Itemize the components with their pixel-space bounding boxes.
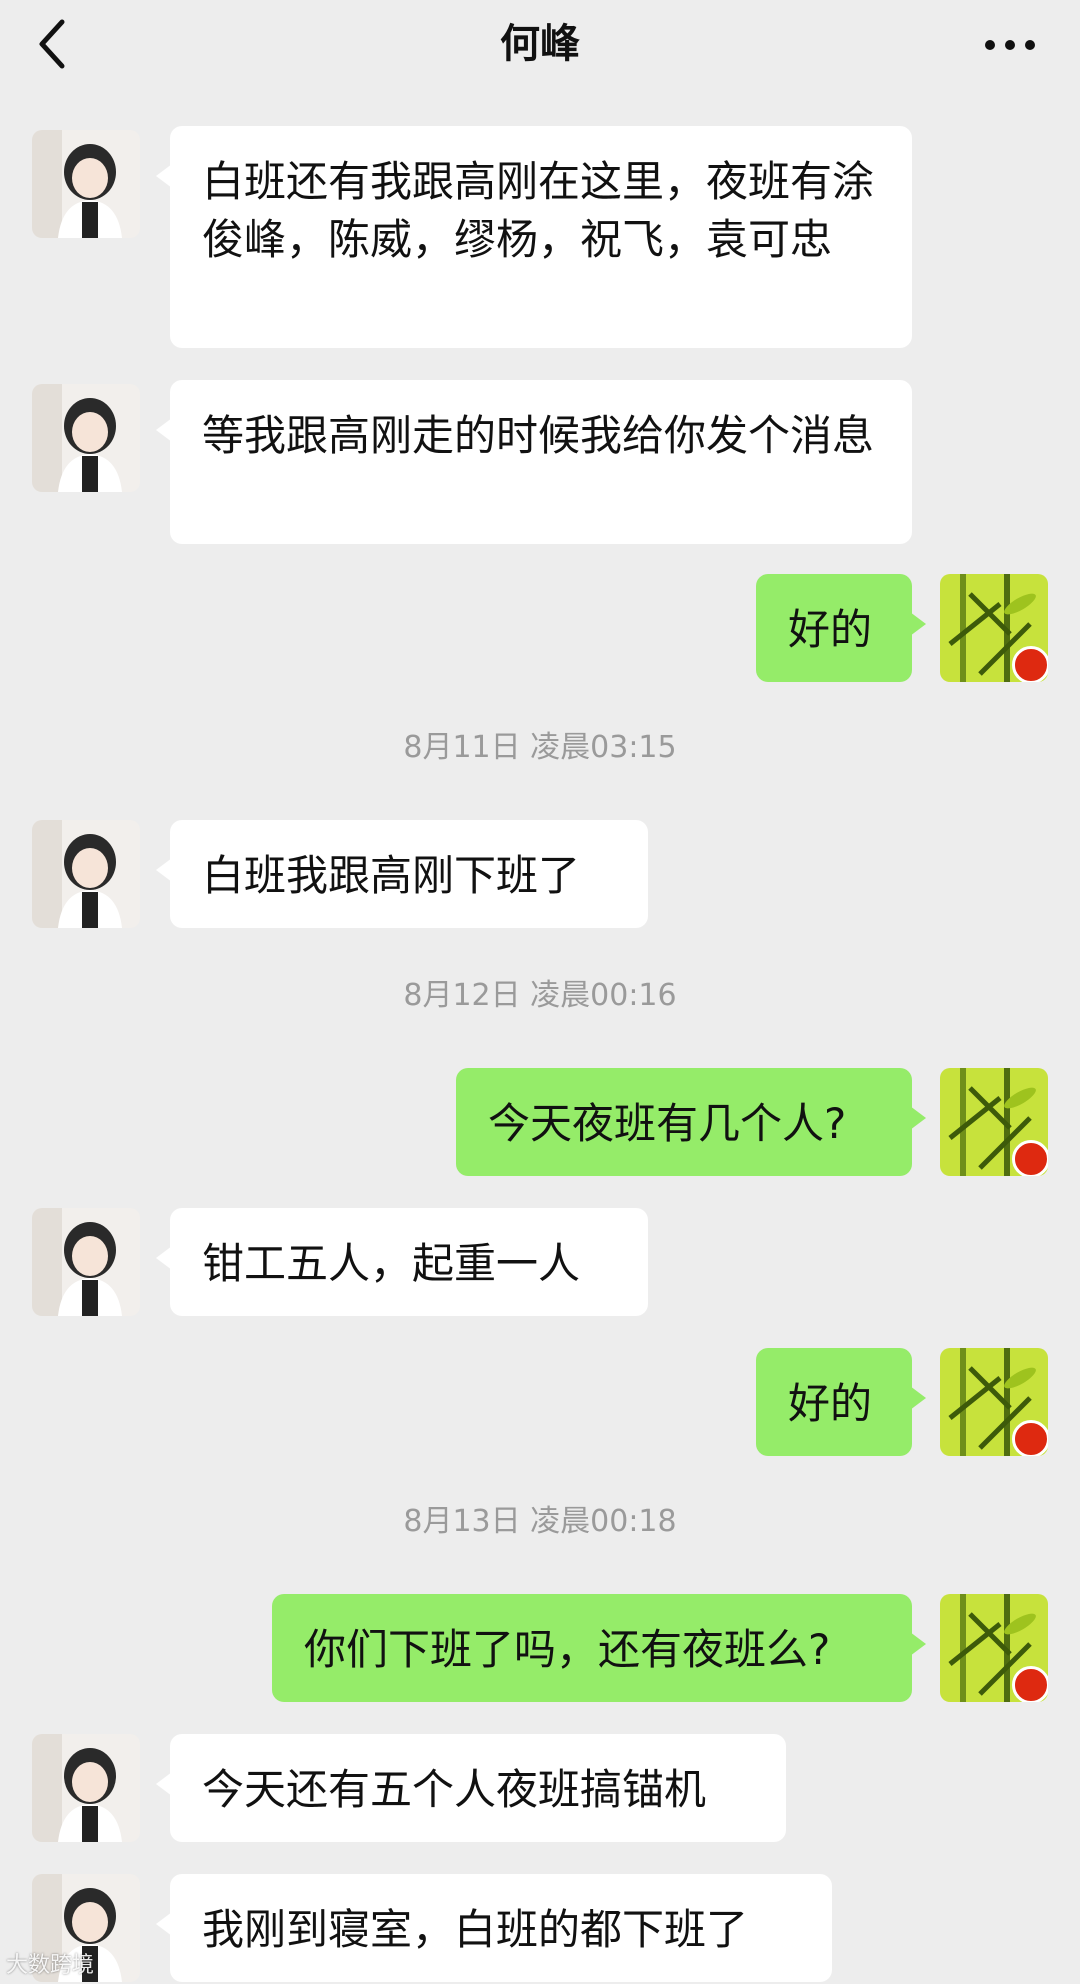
incoming-message-bubble[interactable]: 白班我跟高刚下班了 — [156, 820, 648, 928]
girl-photo-icon — [32, 130, 140, 238]
incoming-message-bubble[interactable]: 等我跟高刚走的时候我给你发个消息 — [156, 380, 912, 544]
contact-avatar[interactable] — [32, 1734, 140, 1842]
my-avatar[interactable] — [940, 1068, 1048, 1176]
incoming-message-bubble[interactable]: 我刚到寝室，白班的都下班了 — [156, 1874, 832, 1982]
girl-photo-icon — [32, 384, 140, 492]
girl-photo-icon — [32, 1734, 140, 1842]
girl-photo-icon — [32, 820, 140, 928]
chat-title: 何峰 — [500, 21, 580, 67]
message-row: 白班我跟高刚下班了 — [0, 820, 1080, 928]
message-row: 钳工五人，起重一人 — [0, 1208, 1080, 1316]
chat-header: 何峰 — [0, 0, 1080, 104]
china-flag-badge-icon — [1012, 1666, 1048, 1702]
message-row: 好的 — [0, 1348, 1080, 1456]
message-row: 你们下班了吗，还有夜班么? — [0, 1594, 1080, 1702]
outgoing-message-bubble[interactable]: 今天夜班有几个人? — [456, 1068, 926, 1176]
my-avatar[interactable] — [940, 1348, 1048, 1456]
girl-photo-icon — [32, 1208, 140, 1316]
china-flag-badge-icon — [1012, 1140, 1048, 1176]
contact-avatar[interactable] — [32, 1208, 140, 1316]
message-row: 我刚到寝室，白班的都下班了 — [0, 1874, 1080, 1982]
message-row: 好的 — [0, 574, 1080, 682]
contact-avatar[interactable] — [32, 384, 140, 492]
timestamp: 8月12日 凌晨00:16 — [403, 978, 677, 1013]
my-avatar[interactable] — [940, 574, 1048, 682]
message-row: 今天夜班有几个人? — [0, 1068, 1080, 1176]
contact-avatar[interactable] — [32, 820, 140, 928]
message-row: 白班还有我跟高刚在这里，夜班有涂俊峰，陈威，缪杨，祝飞，袁可忠 — [0, 126, 1080, 348]
china-flag-badge-icon — [1012, 1420, 1048, 1456]
more-button[interactable] — [980, 30, 1040, 60]
more-horizontal-icon — [985, 40, 1035, 50]
incoming-message-bubble[interactable]: 白班还有我跟高刚在这里，夜班有涂俊峰，陈威，缪杨，祝飞，袁可忠 — [156, 126, 912, 348]
timestamp: 8月11日 凌晨03:15 — [403, 730, 677, 765]
outgoing-message-bubble[interactable]: 好的 — [756, 1348, 926, 1456]
my-avatar[interactable] — [940, 1594, 1048, 1702]
incoming-message-bubble[interactable]: 今天还有五个人夜班搞锚机 — [156, 1734, 786, 1842]
outgoing-message-bubble[interactable]: 你们下班了吗，还有夜班么? — [272, 1594, 926, 1702]
watermark: 大数跨境 — [6, 1953, 95, 1978]
timestamp: 8月13日 凌晨00:18 — [403, 1504, 677, 1539]
incoming-message-bubble[interactable]: 钳工五人，起重一人 — [156, 1208, 648, 1316]
contact-avatar[interactable] — [32, 130, 140, 238]
outgoing-message-bubble[interactable]: 好的 — [756, 574, 926, 682]
message-row: 等我跟高刚走的时候我给你发个消息 — [0, 380, 1080, 544]
message-row: 今天还有五个人夜班搞锚机 — [0, 1734, 1080, 1842]
china-flag-badge-icon — [1012, 646, 1048, 682]
